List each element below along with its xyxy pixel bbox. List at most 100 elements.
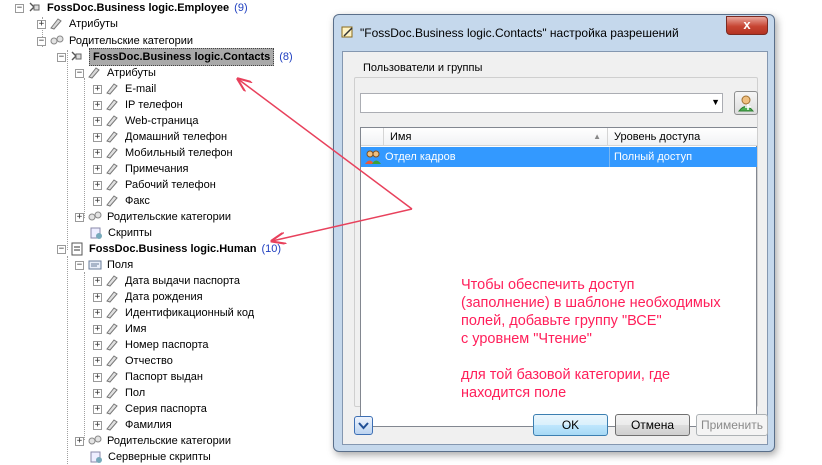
- tree-node-field[interactable]: + Серия паспорта: [93, 401, 207, 417]
- tree-node-field[interactable]: + Мобильный телефон: [93, 145, 233, 161]
- tree-node-label: Серия паспорта: [125, 403, 207, 415]
- dialog-body: Пользователи и группы ▼ Имя ▲ Уровень до…: [342, 51, 768, 445]
- dropdown-arrow-icon[interactable]: ▼: [711, 97, 720, 107]
- expand-toggle[interactable]: +: [93, 324, 102, 334]
- expand-toggle[interactable]: +: [93, 276, 102, 286]
- tree-node-field[interactable]: + Дата рождения: [93, 289, 203, 305]
- user-group-combobox[interactable]: ▼: [360, 93, 723, 113]
- tree-node-field[interactable]: + Паспорт выдан: [93, 369, 203, 385]
- fields-icon: [87, 258, 103, 272]
- tree-node-field[interactable]: + Имя: [93, 321, 146, 337]
- tree-node-label: Отчество: [125, 355, 173, 367]
- child-count: (10): [261, 243, 282, 255]
- expand-toggle[interactable]: +: [93, 388, 102, 398]
- tree-node-label: Дата рождения: [125, 291, 203, 303]
- tree-node-contacts-scripts[interactable]: Скрипты: [88, 225, 152, 241]
- collapse-toggle[interactable]: −: [37, 36, 46, 46]
- expand-toggle[interactable]: +: [93, 404, 102, 414]
- tree-node-field[interactable]: + Пол: [93, 385, 145, 401]
- tree-node-field[interactable]: + Рабочий телефон: [93, 177, 216, 193]
- expand-toggle[interactable]: +: [93, 420, 102, 430]
- tree-node-human-parents[interactable]: + Родительские категории: [75, 433, 231, 449]
- collapse-toggle[interactable]: −: [57, 244, 66, 254]
- tree-node-label: Имя: [125, 323, 147, 335]
- attributes-icon: [49, 17, 65, 31]
- tree-node-field[interactable]: + Дата выдачи паспорта: [93, 273, 240, 289]
- permissions-icon: [340, 24, 356, 43]
- expand-toggle[interactable]: +: [93, 180, 102, 190]
- tree-node-server-scripts[interactable]: Серверные скрипты: [88, 449, 211, 465]
- row-access: Полный доступ: [609, 147, 755, 167]
- tree-node-label: Родительские категории: [69, 35, 193, 47]
- annotation-line: находится поле: [461, 385, 567, 401]
- apply-button[interactable]: Применить: [696, 414, 768, 436]
- expand-options-button[interactable]: [354, 416, 373, 435]
- tree-node-field[interactable]: + Факс: [93, 193, 150, 209]
- dialog-titlebar[interactable]: "FossDoc.Business logic.Contacts" настро…: [334, 15, 774, 51]
- tree-node-label: Паспорт выдан: [125, 371, 203, 383]
- tree-node-employee[interactable]: − FossDoc.Business logic.Employee (9): [15, 0, 248, 16]
- users-groups-label: Пользователи и группы: [361, 62, 485, 74]
- tree-node-field[interactable]: + IP телефон: [93, 97, 183, 113]
- tree-node-label: FossDoc.Business logic.Human: [89, 243, 257, 255]
- tree-node-field[interactable]: + Web-страница: [93, 113, 199, 129]
- expand-toggle[interactable]: +: [93, 292, 102, 302]
- row-name: Отдел кадров: [385, 151, 456, 163]
- tree-node-label-selected: FossDoc.Business logic.Contacts: [89, 48, 275, 66]
- column-header-name[interactable]: Имя ▲: [383, 128, 607, 146]
- tree-node-contacts[interactable]: − FossDoc.Business logic.Contacts (8): [57, 48, 293, 66]
- expand-toggle[interactable]: +: [93, 372, 102, 382]
- table-row[interactable]: Отдел кадров Полный доступ: [361, 147, 757, 167]
- expand-toggle[interactable]: +: [93, 116, 102, 126]
- expand-toggle[interactable]: +: [93, 356, 102, 366]
- tree-node-field[interactable]: + Примечания: [93, 161, 189, 177]
- tree-node-field[interactable]: + Фамилия: [93, 417, 172, 433]
- collapse-toggle[interactable]: −: [57, 52, 66, 62]
- tree-node-field[interactable]: + Отчество: [93, 353, 173, 369]
- tree-node-label: Родительские категории: [107, 435, 231, 447]
- expand-toggle[interactable]: +: [75, 212, 84, 222]
- tree-node-label: Поля: [107, 259, 134, 271]
- tree-node-field[interactable]: + Идентификационный код: [93, 305, 254, 321]
- collapse-toggle[interactable]: −: [15, 3, 24, 13]
- tree-node-human-fields[interactable]: − Поля: [75, 257, 133, 273]
- expand-toggle[interactable]: +: [93, 196, 102, 206]
- annotation-line: полей, добавьте группу "ВСЕ": [461, 313, 662, 329]
- grid-head-icon-col: [361, 128, 383, 146]
- collapse-toggle[interactable]: −: [75, 68, 84, 78]
- tree-node-label: Web-страница: [125, 115, 199, 127]
- field-icon: [105, 354, 121, 368]
- tree-node-label: Идентификационный код: [125, 307, 255, 319]
- tree-node-field[interactable]: + Домашний телефон: [93, 129, 227, 145]
- add-user-icon: [737, 95, 755, 112]
- column-header-access[interactable]: Уровень доступа: [607, 128, 757, 146]
- category-icon: [27, 1, 43, 15]
- expand-toggle[interactable]: +: [93, 148, 102, 158]
- expand-toggle[interactable]: +: [93, 308, 102, 318]
- expand-toggle[interactable]: +: [93, 84, 102, 94]
- expand-toggle[interactable]: +: [93, 100, 102, 110]
- tree-node-field[interactable]: + Номер паспорта: [93, 337, 208, 353]
- tree-node-contacts-parents[interactable]: + Родительские категории: [75, 209, 231, 225]
- expand-toggle[interactable]: +: [93, 164, 102, 174]
- expand-toggle[interactable]: +: [37, 19, 46, 29]
- tree-node-human[interactable]: − FossDoc.Business logic.Human (10): [57, 241, 281, 257]
- tree-node-field[interactable]: + E-mail: [93, 81, 156, 97]
- document-category-icon: [69, 242, 85, 256]
- expand-toggle[interactable]: +: [75, 436, 84, 446]
- tree-node-contacts-attributes[interactable]: − Атрибуты: [75, 65, 156, 81]
- field-icon: [105, 306, 121, 320]
- cancel-button[interactable]: Отмена: [615, 414, 690, 436]
- expand-toggle[interactable]: +: [93, 132, 102, 142]
- annotation-line: Чтобы обеспечить доступ: [461, 277, 635, 293]
- ok-button[interactable]: OK: [533, 414, 608, 436]
- add-user-button[interactable]: [734, 91, 758, 115]
- close-button[interactable]: x: [726, 16, 768, 35]
- tree-node-label: Факс: [125, 195, 150, 207]
- tree-node-employee-parents[interactable]: − Родительские категории: [37, 33, 193, 49]
- permissions-grid[interactable]: Имя ▲ Уровень доступа Отдел кадров Полны…: [360, 127, 757, 427]
- collapse-toggle[interactable]: −: [75, 260, 84, 270]
- field-icon: [105, 338, 121, 352]
- expand-toggle[interactable]: +: [93, 340, 102, 350]
- tree-node-employee-attributes[interactable]: + Атрибуты: [37, 16, 118, 32]
